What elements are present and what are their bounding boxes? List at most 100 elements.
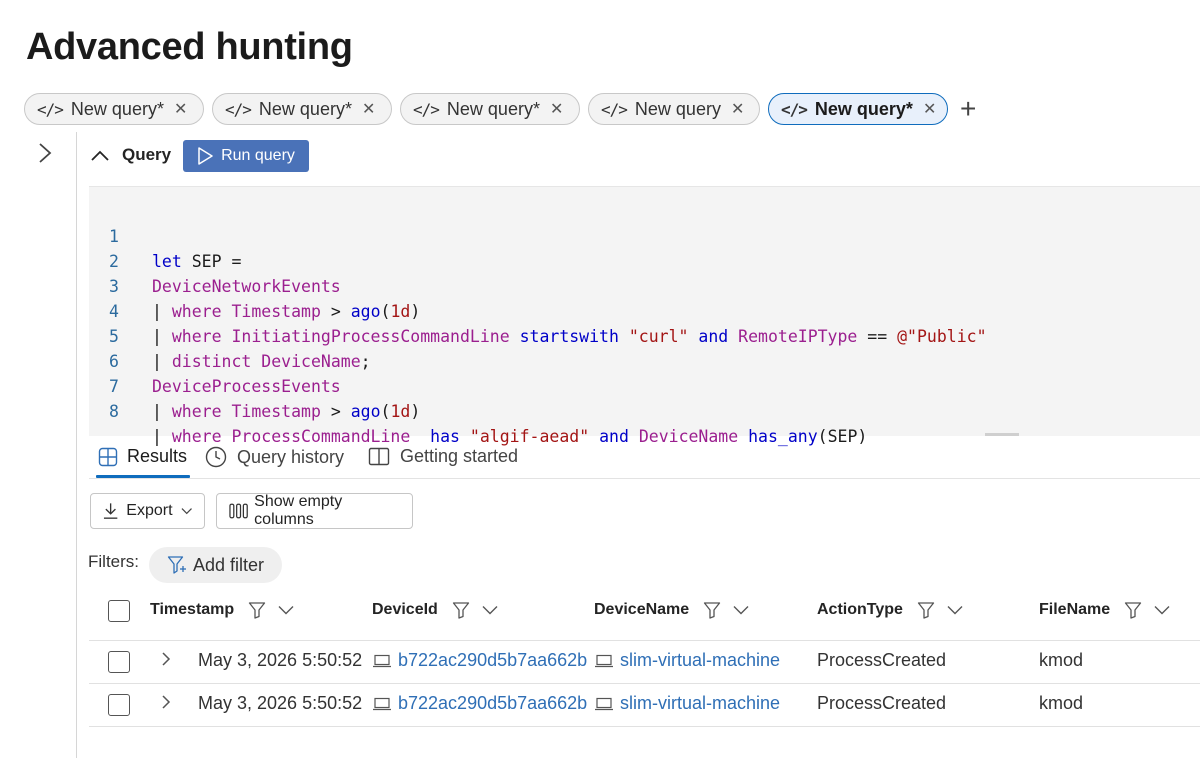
filter-icon[interactable]: [917, 601, 935, 619]
row-divider: [89, 640, 1200, 641]
code-token: @"Public": [897, 327, 987, 346]
code-token: Timestamp: [231, 302, 321, 321]
code-token: "algif-aead": [469, 427, 590, 446]
chevron-down-icon[interactable]: [733, 605, 749, 615]
tab-results-label: Results: [127, 446, 188, 466]
close-icon[interactable]: ✕: [731, 99, 744, 119]
cell-device-name[interactable]: slim-virtual-machine: [594, 650, 780, 671]
device-id-link[interactable]: b722ac290d5b7aa662b: [398, 693, 587, 714]
select-all-checkbox[interactable]: [108, 600, 130, 622]
code-line: 2 DeviceNetworkEvents: [89, 224, 341, 296]
show-empty-columns-button[interactable]: Show empty columns: [216, 493, 413, 529]
close-icon[interactable]: ✕: [923, 99, 936, 119]
filter-icon[interactable]: [452, 601, 470, 619]
export-button[interactable]: Export: [90, 493, 205, 529]
chevron-down-icon[interactable]: [482, 605, 498, 615]
query-tab[interactable]: </> New query ✕: [588, 93, 760, 125]
tab-getting-started[interactable]: Getting started: [368, 446, 518, 467]
run-query-button[interactable]: Run query: [183, 140, 309, 172]
filter-icon[interactable]: [703, 601, 721, 619]
column-header-label: ActionType: [817, 601, 903, 618]
column-header-label: FileName: [1039, 601, 1111, 618]
query-tab-label: New query*: [814, 98, 913, 119]
code-token: DeviceName: [261, 352, 361, 371]
tab-query-history[interactable]: Query history: [205, 446, 344, 468]
line-number: 8: [109, 402, 119, 421]
add-filter-button[interactable]: Add filter: [149, 547, 282, 583]
cell-timestamp: May 3, 2026 5:50:52: [198, 693, 363, 713]
query-editor[interactable]: 1 let SEP = 2 DeviceNetworkEvents 3 | wh…: [89, 186, 1200, 446]
code-token: "curl": [628, 327, 689, 346]
row-checkbox[interactable]: [108, 694, 130, 716]
column-header-timestamp[interactable]: Timestamp: [150, 601, 294, 619]
code-token: |: [152, 327, 172, 346]
query-tab[interactable]: </> New query* ✕: [400, 93, 580, 125]
cell-device-name[interactable]: slim-virtual-machine: [594, 693, 780, 714]
add-tab-icon[interactable]: +: [960, 95, 976, 123]
laptop-icon: [373, 697, 391, 710]
close-icon[interactable]: ✕: [174, 99, 187, 119]
code-token: (: [380, 402, 391, 421]
chevron-down-icon[interactable]: [278, 605, 294, 615]
query-section-label: Query: [122, 145, 172, 164]
row-checkbox[interactable]: [108, 651, 130, 673]
code-token: RemoteIPType: [738, 327, 858, 346]
tab-results[interactable]: Results: [98, 446, 187, 467]
query-tab[interactable]: </> New query* ✕: [24, 93, 204, 125]
query-section-toggle[interactable]: Query: [90, 145, 171, 165]
close-icon[interactable]: ✕: [550, 99, 563, 119]
code-token: where: [171, 302, 222, 321]
expand-row-chevron-icon[interactable]: [161, 694, 171, 710]
column-header-actiontype[interactable]: ActionType: [817, 601, 963, 619]
column-header-deviceid[interactable]: DeviceId: [372, 601, 498, 619]
device-id-link[interactable]: b722ac290d5b7aa662b: [398, 650, 587, 671]
expand-row-chevron-icon[interactable]: [161, 651, 171, 667]
code-line: 7 | where Timestamp > ago(1d): [89, 349, 420, 421]
filter-icon[interactable]: [248, 601, 266, 619]
column-header-devicename[interactable]: DeviceName: [594, 601, 749, 619]
code-line: 1 let SEP =: [89, 199, 241, 271]
code-token: startswith: [519, 327, 619, 346]
chevron-down-icon[interactable]: [947, 605, 963, 615]
clock-icon: [205, 446, 227, 468]
filter-icon[interactable]: [1124, 601, 1142, 619]
code-line: 6 DeviceProcessEvents: [89, 324, 341, 396]
code-token: ago: [350, 302, 381, 321]
code-token: and: [599, 427, 629, 446]
code-token: |: [152, 427, 172, 446]
close-icon[interactable]: ✕: [362, 99, 375, 119]
cell-device-id[interactable]: b722ac290d5b7aa662b: [372, 650, 587, 671]
code-token: (SEP): [817, 427, 868, 446]
code-icon: </>: [225, 99, 252, 119]
column-header-filename[interactable]: FileName: [1039, 601, 1170, 619]
query-tab[interactable]: </> New query* ✕: [212, 93, 392, 125]
code-token: ;: [360, 352, 371, 371]
device-name-link[interactable]: slim-virtual-machine: [620, 650, 780, 671]
download-icon: [103, 503, 118, 519]
query-tab-active[interactable]: </> New query* ✕: [768, 93, 948, 125]
code-token: 1d: [390, 402, 411, 421]
expand-panel-chevron-icon[interactable]: [38, 142, 52, 170]
code-token: |: [152, 402, 172, 421]
code-token: Timestamp: [231, 402, 321, 421]
code-line: 3 | where Timestamp > ago(1d): [89, 249, 420, 321]
code-token: 1d: [390, 302, 411, 321]
cell-file-name: kmod: [1039, 693, 1084, 713]
device-name-link[interactable]: slim-virtual-machine: [620, 693, 780, 714]
cell-action-type: ProcessCreated: [817, 650, 947, 670]
chevron-down-icon[interactable]: [1154, 605, 1170, 615]
editor-resize-handle[interactable]: [985, 433, 1019, 436]
laptop-icon: [373, 654, 391, 667]
cell-device-id[interactable]: b722ac290d5b7aa662b: [372, 693, 587, 714]
code-token: DeviceNetworkEvents: [152, 277, 341, 296]
